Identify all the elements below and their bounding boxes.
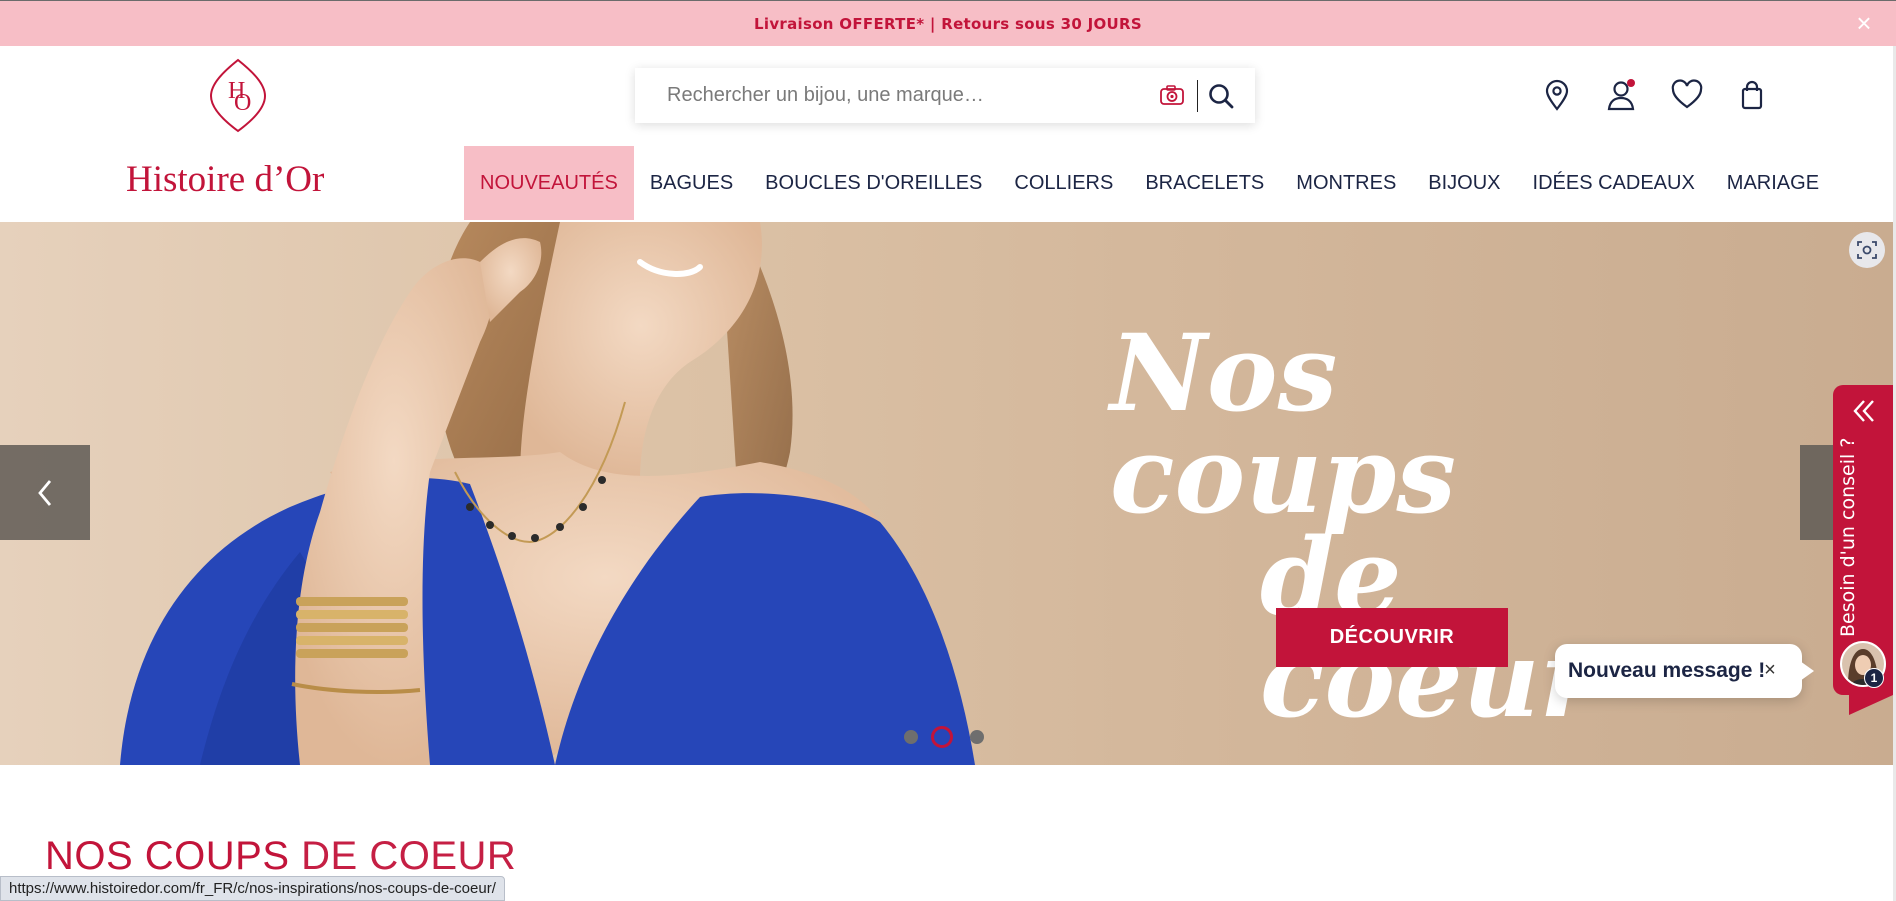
nav-item-boucles-d-oreilles[interactable]: BOUCLES D'OREILLES (749, 146, 998, 220)
nav-item-bijoux[interactable]: BIJOUX (1412, 146, 1516, 220)
monogram-icon: H O (209, 58, 267, 133)
double-chevron-left-icon (1853, 400, 1874, 422)
chat-bubble-text: Nouveau message ! (1568, 659, 1766, 682)
search-input[interactable] (665, 75, 1135, 116)
camera-scan-icon (1857, 241, 1877, 259)
carousel-dots (904, 726, 994, 748)
camera-icon[interactable] (1159, 83, 1185, 107)
carousel-dot-2[interactable] (931, 726, 953, 748)
nav-item-bagues[interactable]: BAGUES (634, 146, 749, 220)
nav-item-montres[interactable]: MONTRES (1280, 146, 1412, 220)
account-icon[interactable] (1604, 78, 1638, 112)
search-icon[interactable] (1203, 78, 1239, 114)
section-title: NOS COUPS DE COEUR (45, 834, 516, 879)
section-title-part1: NOS COUPS (45, 834, 290, 878)
announcement-text: Livraison OFFERTE* | Retours sous 30 JOU… (754, 14, 1142, 33)
conseil-label: Besoin d'un conseil ? (1837, 437, 1859, 637)
conseil-tail (1849, 695, 1893, 715)
announcement-bar: Livraison OFFERTE* | Retours sous 30 JOU… (0, 0, 1896, 46)
search-divider (1197, 80, 1198, 112)
wishlist-heart-icon[interactable] (1670, 78, 1704, 112)
svg-text:O: O (234, 90, 251, 116)
carousel-dot-1[interactable] (904, 730, 918, 744)
section-title-part2: DE COEUR (301, 834, 517, 878)
link-preview-url: https://www.histoiredor.com/fr_FR/c/nos-… (0, 876, 505, 901)
hero-title-line1: Nos coups (1110, 310, 1457, 537)
header-icons (1540, 78, 1780, 112)
nav-item-bracelets[interactable]: BRACELETS (1129, 146, 1280, 220)
screen-capture-button[interactable] (1849, 232, 1885, 268)
chevron-left-icon (38, 479, 52, 506)
carousel-prev-button[interactable] (0, 445, 90, 540)
unread-badge: 1 (1864, 668, 1884, 688)
nav-item-idees-cadeaux[interactable]: IDÉES CADEAUX (1517, 146, 1711, 220)
brand-logo[interactable]: H O (209, 58, 267, 133)
brand-name[interactable]: Histoire d’Or (126, 158, 356, 201)
main-nav: NOUVEAUTÉS BAGUES BOUCLES D'OREILLES COL… (464, 146, 1835, 220)
chat-bubble[interactable]: Nouveau message ! × (1555, 644, 1814, 698)
search-box (635, 68, 1255, 123)
cart-bag-icon[interactable] (1735, 78, 1769, 112)
nav-item-mariage[interactable]: MARIAGE (1711, 146, 1835, 220)
notification-dot (1627, 79, 1635, 87)
close-icon[interactable]: × (1760, 660, 1780, 680)
carousel-dot-3[interactable] (970, 730, 984, 744)
nav-item-nouveautes[interactable]: NOUVEAUTÉS (464, 146, 634, 220)
decouvrir-button[interactable]: DÉCOUVRIR (1276, 608, 1508, 667)
nav-item-colliers[interactable]: COLLIERS (998, 146, 1129, 220)
close-icon[interactable]: × (1852, 10, 1876, 36)
store-locator-icon[interactable] (1540, 78, 1574, 112)
